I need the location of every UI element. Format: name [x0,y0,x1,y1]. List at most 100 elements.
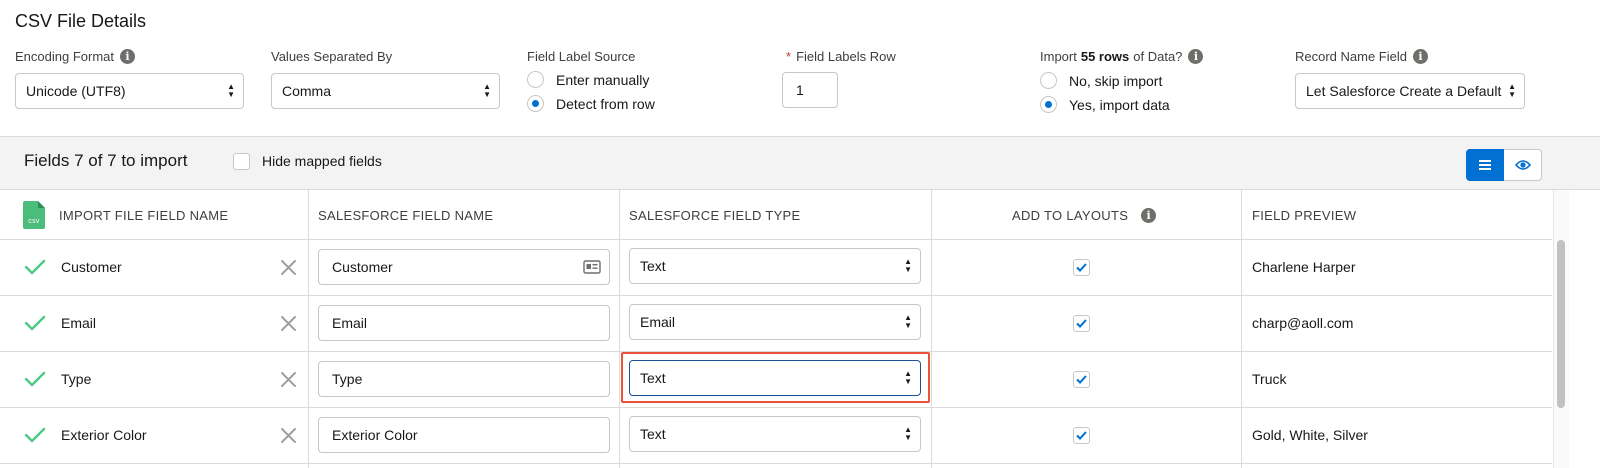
field-preview-value: Truck [1252,371,1287,387]
salesforce-field-name-value: Exterior Color [332,427,418,443]
remove-mapping-icon[interactable] [280,427,297,444]
table-row: Exterior Color Exterior Color Text ▲ ▼ Go… [0,408,1552,464]
header-import-field: csv IMPORT FILE FIELD NAME [23,190,228,240]
labels-row-input[interactable]: 1 [782,72,838,108]
radio-label: Yes, import data [1069,96,1170,113]
radio-button[interactable] [527,71,544,88]
fields-count-title: Fields 7 of 7 to import [24,151,188,170]
salesforce-field-name-value: Email [332,315,368,331]
add-to-layouts-checkbox[interactable] [1073,259,1090,276]
import-field-name: Email [61,315,97,331]
remove-mapping-icon[interactable] [280,371,297,388]
record-name-select[interactable]: Let Salesforce Create a Default ▲ ▼ [1295,73,1525,109]
import-field-name: Customer [61,259,122,275]
record-name-value: Let Salesforce Create a Default [1306,83,1502,99]
select-caret-icon: ▲ ▼ [900,314,912,330]
salesforce-field-type-select[interactable]: Text ▲ ▼ [629,416,921,452]
labels-row-value: 1 [796,82,804,98]
separator-value: Comma [282,83,332,99]
select-caret-icon: ▲ ▼ [900,258,912,274]
radio-label: Enter manually [556,71,650,88]
highlight-box [621,352,930,403]
header-label: FIELD PREVIEW [1252,207,1357,223]
hide-mapped-label: Hide mapped fields [262,153,382,169]
field-type-value: Text [640,258,666,274]
remove-mapping-icon[interactable] [280,259,297,276]
select-caret-icon: ▲ ▼ [1504,83,1516,99]
header-add-to-layouts: ADD TO LAYOUTS i [1012,190,1157,240]
encoding-label: Encoding Format i [15,49,135,64]
eye-icon [1514,160,1531,170]
separator-label: Values Separated By [271,49,392,64]
add-to-layouts-checkbox[interactable] [1073,371,1090,388]
labels-row-label: * Field Labels Row [786,49,896,64]
header-label: ADD TO LAYOUTS [1012,207,1129,223]
info-icon[interactable]: i [1413,49,1428,64]
add-to-layouts-checkbox[interactable] [1073,427,1090,444]
select-caret-icon: ▲ ▼ [223,83,235,99]
import-field-name: Type [61,371,92,387]
label-source-label: Field Label Source [527,49,635,64]
radio-label: No, skip import [1069,72,1163,89]
import-field-name: Exterior Color [61,427,147,443]
field-type-value: Text [640,426,666,442]
remove-mapping-icon[interactable] [280,315,297,332]
import-label-suffix: of Data? [1133,49,1183,64]
salesforce-field-name-input[interactable]: Email [318,305,610,341]
field-mapping-table: csv IMPORT FILE FIELD NAME SALESFORCE FI… [0,190,1600,468]
radio-button-selected[interactable] [527,95,544,112]
encoding-label-text: Encoding Format [15,49,114,64]
record-name-label: Record Name Field i [1295,49,1428,64]
record-name-label-text: Record Name Field [1295,49,1407,64]
separator-select[interactable]: Comma ▲ ▼ [271,73,500,109]
fields-toolbar: Fields 7 of 7 to import Hide mapped fiel… [0,137,1600,190]
info-icon[interactable]: i [1141,207,1157,223]
field-type-value: Email [640,314,676,330]
header-field-preview: FIELD PREVIEW [1252,190,1356,240]
list-icon [1479,160,1491,170]
field-preview-value: Gold, White, Silver [1252,427,1368,443]
field-preview-value: charp@aoll.com [1252,315,1354,331]
table-row: Customer Customer Text ▲ ▼ Charlene Harpe… [0,240,1552,296]
labels-row-label-text: Field Labels Row [796,49,896,64]
radio-enter-manually[interactable]: Enter manually [527,71,649,88]
radio-import-data[interactable]: Yes, import data [1040,96,1170,113]
mapped-check-icon [24,427,46,443]
csv-details-panel: CSV File Details Encoding Format i Unico… [0,0,1600,137]
list-view-button[interactable] [1466,149,1504,181]
section-title: CSV File Details [15,11,147,31]
salesforce-field-type-select[interactable]: Email ▲ ▼ [629,304,921,340]
mapped-check-icon [24,259,46,275]
radio-skip-import[interactable]: No, skip import [1040,72,1162,89]
import-rows-label: Import 55 rows of Data? i [1040,49,1204,64]
salesforce-field-name-input[interactable]: Exterior Color [318,417,610,453]
select-caret-icon: ▲ ▼ [479,83,491,99]
radio-label: Detect from row [556,95,655,112]
lookup-card-icon[interactable] [583,259,601,275]
field-preview-value: Charlene Harper [1252,259,1356,275]
radio-detect-from-row[interactable]: Detect from row [527,95,655,112]
radio-button-selected[interactable] [1040,96,1057,113]
checkmark-icon [1076,263,1087,272]
table-header-row: csv IMPORT FILE FIELD NAME SALESFORCE FI… [0,190,1552,240]
info-icon[interactable]: i [120,49,135,64]
header-salesforce-field-type: SALESFORCE FIELD TYPE [629,190,801,240]
add-to-layouts-checkbox[interactable] [1073,315,1090,332]
mapped-check-icon [24,315,46,331]
hide-mapped-checkbox[interactable] [233,153,250,170]
salesforce-field-name-input[interactable]: Customer [318,249,610,285]
select-caret-icon: ▲ ▼ [900,426,912,442]
header-label: SALESFORCE FIELD TYPE [629,207,801,223]
table-scrollbar-thumb[interactable] [1557,240,1565,408]
salesforce-field-name-input[interactable]: Type [318,361,610,397]
separator-label-text: Values Separated By [271,49,393,64]
import-row-count: 55 rows [1080,49,1130,64]
info-icon[interactable]: i [1188,49,1204,64]
header-label: SALESFORCE FIELD NAME [318,207,494,223]
encoding-select[interactable]: Unicode (UTF8) ▲ ▼ [15,73,244,109]
radio-button[interactable] [1040,72,1057,89]
salesforce-field-name-value: Customer [332,259,393,275]
header-salesforce-field-name: SALESFORCE FIELD NAME [318,190,493,240]
preview-view-button[interactable] [1504,149,1542,181]
salesforce-field-type-select[interactable]: Text ▲ ▼ [629,248,921,284]
